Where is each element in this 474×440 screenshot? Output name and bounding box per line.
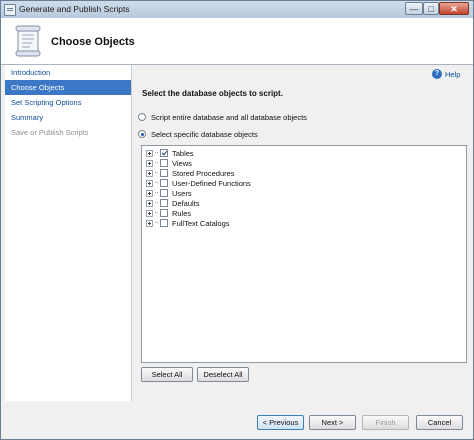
expand-icon[interactable] [146, 179, 153, 187]
tree-line [155, 212, 158, 214]
expand-icon[interactable] [146, 209, 153, 217]
tree-line [155, 202, 158, 204]
checkbox-fulltext-catalogs[interactable] [160, 219, 168, 227]
nav-item-introduction[interactable]: Introduction [5, 65, 131, 80]
tree-line [155, 222, 158, 224]
help-link[interactable]: Help [445, 70, 460, 79]
nav-item-choose-objects[interactable]: Choose Objects [5, 80, 131, 95]
expand-icon[interactable] [146, 189, 153, 197]
app-icon [4, 4, 16, 16]
tree-label: Defaults [172, 198, 200, 208]
tree-label: FullText Catalogs [172, 218, 230, 228]
checkbox-defaults[interactable] [160, 199, 168, 207]
tree-line [155, 162, 158, 164]
maximize-button[interactable]: □ [423, 2, 439, 15]
tree-label: Rules [172, 208, 192, 218]
wizard-window: Generate and Publish Scripts — □ ✕ Choos… [0, 0, 474, 440]
page-title: Choose Objects [51, 36, 135, 48]
instruction-text: Select the database objects to script. [142, 89, 283, 98]
next-button[interactable]: Next > [309, 415, 356, 430]
expand-icon[interactable] [146, 149, 153, 157]
checkbox-rules[interactable] [160, 209, 168, 217]
tree-line [155, 182, 158, 184]
checkbox-tables[interactable] [160, 149, 168, 157]
help-icon[interactable]: ? [432, 69, 442, 79]
tree-line [155, 172, 158, 174]
tree-item-stored-procedures[interactable]: Stored Procedures [146, 168, 235, 178]
content-panel: ? Help Select the database objects to sc… [132, 65, 471, 401]
tree-label: Tables [172, 148, 194, 158]
wizard-nav: Introduction Choose Objects Set Scriptin… [5, 65, 132, 401]
checkbox-users[interactable] [160, 189, 168, 197]
wizard-footer: < Previous Next > Finish Cancel [1, 401, 473, 439]
tree-label: Views [172, 158, 192, 168]
script-scroll-icon [15, 25, 41, 57]
tree-label: Users [172, 188, 192, 198]
nav-item-summary[interactable]: Summary [5, 110, 131, 125]
select-all-button[interactable]: Select All [141, 367, 193, 382]
tree-item-user-defined-functions[interactable]: User-Defined Functions [146, 178, 251, 188]
tree-item-rules[interactable]: Rules [146, 208, 191, 218]
tree-item-views[interactable]: Views [146, 158, 192, 168]
nav-item-save-or-publish: Save or Publish Scripts [11, 128, 89, 137]
tree-item-users[interactable]: Users [146, 188, 192, 198]
checkbox-views[interactable] [160, 159, 168, 167]
radio-button[interactable] [138, 113, 146, 121]
finish-button: Finish [362, 415, 409, 430]
tree-label: User-Defined Functions [172, 178, 251, 188]
minimize-button[interactable]: — [405, 2, 423, 15]
radio-entire-database[interactable]: Script entire database and all database … [138, 111, 307, 123]
expand-icon[interactable] [146, 169, 153, 177]
tree-label: Stored Procedures [172, 168, 235, 178]
title-bar: Generate and Publish Scripts — □ ✕ [1, 1, 473, 18]
close-button[interactable]: ✕ [439, 2, 469, 15]
window-title: Generate and Publish Scripts [19, 4, 130, 14]
deselect-all-button[interactable]: Deselect All [197, 367, 249, 382]
tree-line [155, 192, 158, 194]
nav-item-set-scripting-options[interactable]: Set Scripting Options [5, 95, 131, 110]
tree-item-tables[interactable]: Tables [146, 148, 194, 158]
radio-label: Select specific database objects [151, 129, 258, 139]
tree-line [155, 152, 158, 154]
radio-button-selected[interactable] [138, 130, 146, 138]
tree-item-defaults[interactable]: Defaults [146, 198, 200, 208]
expand-icon[interactable] [146, 219, 153, 227]
expand-icon[interactable] [146, 199, 153, 207]
cancel-button[interactable]: Cancel [416, 415, 463, 430]
checkbox-user-defined-functions[interactable] [160, 179, 168, 187]
checkbox-stored-procedures[interactable] [160, 169, 168, 177]
page-header: Choose Objects [1, 18, 473, 65]
expand-icon[interactable] [146, 159, 153, 167]
tree-item-fulltext-catalogs[interactable]: FullText Catalogs [146, 218, 230, 228]
object-tree[interactable]: Tables Views Stored Procedures User-Defi… [141, 145, 467, 363]
previous-button[interactable]: < Previous [257, 415, 304, 430]
radio-label: Script entire database and all database … [151, 112, 307, 122]
radio-specific-objects[interactable]: Select specific database objects [138, 128, 258, 140]
